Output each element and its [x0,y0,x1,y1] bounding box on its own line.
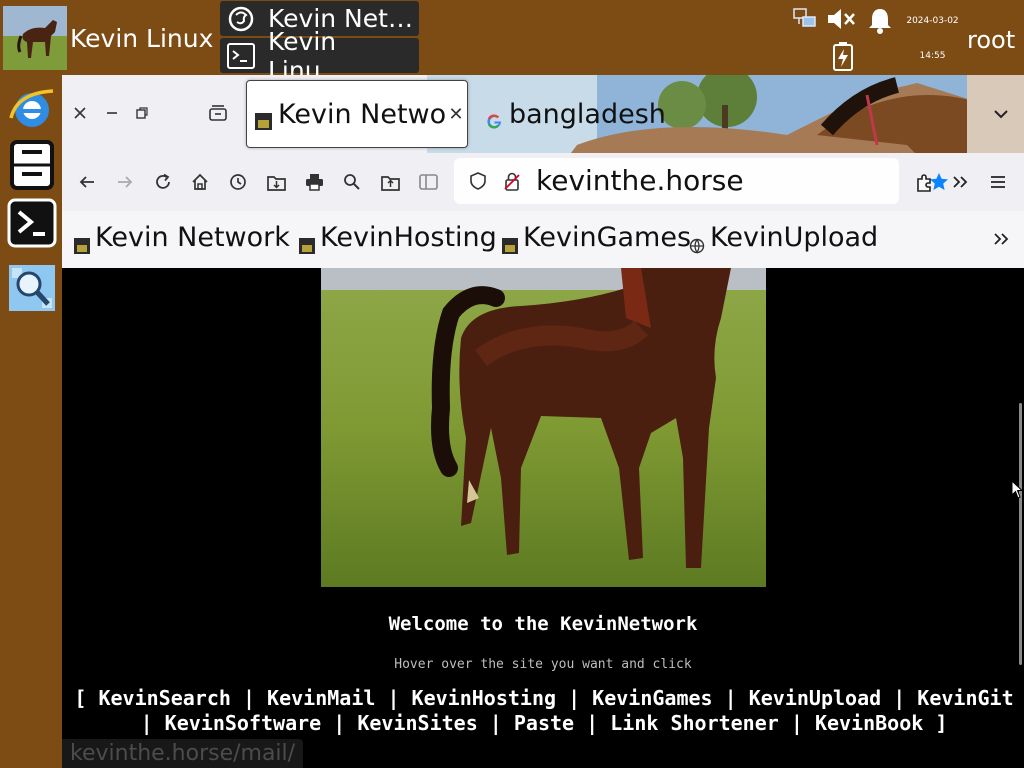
kevin-favicon-icon [502,230,518,254]
close-window-icon[interactable] [70,103,90,123]
back-arrow-icon[interactable] [76,171,98,193]
kevin-favicon-icon [299,230,315,254]
bookmark-kevingames[interactable]: KevinGames [502,222,692,254]
panel-title: Kevin Linux [70,24,214,53]
history-icon[interactable] [227,171,249,193]
tab-manager-icon[interactable] [207,102,229,124]
bookmark-kevinupload[interactable]: KevinUpload [689,222,879,254]
clock-date: 2024-03-02 [906,16,959,26]
overflow-chevrons-icon[interactable] [949,171,971,193]
link-link-shortener[interactable]: Link Shortener [610,711,779,735]
taskbar-item-terminal[interactable]: Kevin Linu… [220,27,419,85]
url-text[interactable]: kevinthe.horse [536,164,744,197]
tab-title: bangladesh [509,98,666,130]
horse-avatar[interactable] [3,6,67,70]
bookmarks-overflow-chevrons-icon[interactable] [990,228,1012,250]
magnifier-icon[interactable] [7,263,57,313]
file-cabinet-icon[interactable] [7,140,57,190]
site-links: [ KevinSearch | KevinMail | KevinHosting… [74,686,1014,735]
link-kevinhosting[interactable]: KevinHosting [412,686,557,710]
downloads-folder-icon[interactable] [265,171,287,193]
vertical-scrollbar[interactable] [1019,403,1022,665]
address-bar[interactable]: kevinthe.horse [454,158,948,204]
sidebar-icon[interactable] [417,171,439,193]
restore-window-icon[interactable] [132,103,152,123]
internet-explorer-icon[interactable] [7,83,57,133]
bookmark-label: Kevin Network [95,222,290,253]
print-icon[interactable] [303,171,325,193]
terminal-icon[interactable] [7,198,57,248]
close-tab-icon[interactable]: ✕ [445,104,467,125]
extensions-puzzle-icon[interactable] [913,171,935,193]
tab-bar: Kevin Netwo ✕ bangladesh [62,75,1024,153]
page-content: Welcome to the KevinNetwork Hover over t… [62,268,1024,768]
globe-icon [689,230,705,254]
terminal-icon [226,41,256,71]
bookmark-kevin-network[interactable]: Kevin Network [74,222,290,254]
link-kevinsites[interactable]: KevinSites [357,711,477,735]
network-icon[interactable] [792,6,818,32]
link-kevinsoftware[interactable]: KevinSoftware [165,711,322,735]
hamburger-menu-icon[interactable] [987,171,1009,193]
mouse-cursor-icon [1010,480,1024,500]
shield-icon[interactable] [468,171,488,191]
search-icon[interactable] [341,171,363,193]
kevin-favicon-icon [255,106,272,130]
insecure-lock-icon[interactable] [502,171,522,191]
open-file-icon[interactable] [379,171,401,193]
tab-bangladesh[interactable]: bangladesh [478,80,678,148]
home-icon[interactable] [189,171,211,193]
google-favicon-icon [486,106,503,129]
bookmark-label: KevinHosting [320,222,497,253]
link-kevingit[interactable]: KevinGit [917,686,1013,710]
tab-title: Kevin Netwo [278,98,445,130]
clock-time[interactable]: 14:55 [895,51,970,61]
chevron-down-icon[interactable] [990,103,1012,125]
minimize-window-icon[interactable] [102,103,122,123]
welcome-heading: Welcome to the KevinNetwork [388,613,698,635]
bell-icon[interactable] [866,6,894,34]
bookmark-label: KevinUpload [710,222,879,253]
battery-charging-icon[interactable] [831,41,855,71]
user-name[interactable]: root [967,26,1015,54]
bookmark-label: KevinGames [523,222,692,253]
horse-hero-image [321,268,766,587]
firefox-icon [226,4,256,34]
link-paste[interactable]: Paste [514,711,574,735]
kevin-favicon-icon [74,230,90,254]
link-kevingames[interactable]: KevinGames [592,686,712,710]
reload-icon[interactable] [152,171,174,193]
link-kevinupload[interactable]: KevinUpload [749,686,881,710]
tab-kevin-network[interactable]: Kevin Netwo ✕ [246,80,468,148]
link-kevinbook[interactable]: KevinBook [815,711,923,735]
status-bar-url: kevinthe.horse/mail/ [62,739,304,768]
forward-arrow-icon[interactable] [114,171,136,193]
link-kevinsearch[interactable]: KevinSearch [98,686,230,710]
volume-muted-icon[interactable] [826,6,858,32]
link-kevinmail[interactable]: KevinMail [267,686,375,710]
hover-hint: Hover over the site you want and click [394,657,692,672]
browser-window: Kevin Netwo ✕ bangladesh kevinthe.horse … [62,75,1024,768]
top-panel: Kevin Linux Kevin Net… Kevin Linu… 2024-… [0,0,1024,85]
bookmark-kevinhosting[interactable]: KevinHosting [299,222,497,254]
dock [0,75,62,768]
